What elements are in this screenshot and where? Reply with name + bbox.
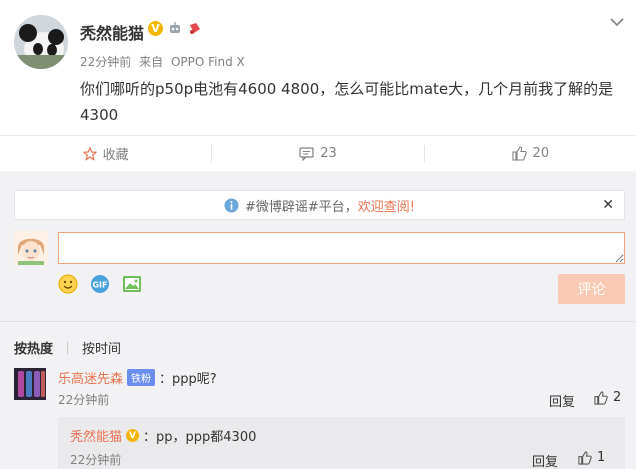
- image-icon[interactable]: [122, 274, 142, 294]
- notice-link[interactable]: 欢迎查阅!: [358, 196, 415, 215]
- tab-sort-time[interactable]: 按时间: [82, 338, 121, 357]
- like-button[interactable]: 20: [425, 136, 636, 171]
- gift-icon[interactable]: [187, 20, 203, 36]
- favorite-label: 收藏: [102, 148, 129, 163]
- gif-icon[interactable]: GIF: [90, 274, 110, 294]
- post-meta: 22分钟前 来自 OPPO Find X: [80, 53, 249, 70]
- reply-author-name[interactable]: 秃然能猫: [70, 426, 122, 445]
- comment-time: 22分钟前: [58, 393, 110, 407]
- comment-text: ：ppp呢?: [159, 372, 217, 387]
- svg-text:GIF: GIF: [92, 281, 107, 290]
- verified-icon[interactable]: V: [148, 20, 163, 36]
- reply-like-count: 1: [597, 450, 606, 465]
- info-icon: [224, 198, 239, 212]
- weibo-post-page: 秃然能猫 V 22分钟前 来自 OPPO Find X 你们哪听的p50p电池有…: [0, 0, 636, 469]
- comment-line: 乐高迷先森 铁粉 ：ppp呢?: [58, 368, 217, 387]
- divider: [0, 321, 636, 322]
- comment-like-count: 2: [613, 390, 622, 405]
- divider: [67, 341, 69, 354]
- comment-button[interactable]: 23: [212, 136, 423, 171]
- notice-text: #微博辟谣#平台，: [244, 199, 358, 215]
- comment-count: 23: [320, 146, 337, 161]
- reply-item: 秃然能猫 V ：pp，ppp都4300 22分钟前 回复 1: [58, 417, 625, 469]
- reply-text: ：pp，ppp都4300: [143, 430, 257, 445]
- submit-comment-button[interactable]: 评论: [558, 274, 625, 304]
- close-icon[interactable]: ✕: [602, 197, 614, 213]
- comment-icon: [299, 146, 314, 161]
- post-source-prefix: 来自: [139, 55, 164, 69]
- rumor-notice-bar: #微博辟谣#平台， 欢迎查阅! ✕: [14, 190, 625, 220]
- thumbs-up-icon: [511, 146, 527, 161]
- commenter-avatar[interactable]: [14, 368, 46, 400]
- comment-section: #微博辟谣#平台， 欢迎查阅! ✕ GIF 评论 按热度 按时间 乐高迷先森 铁…: [0, 171, 636, 469]
- comment-like-button[interactable]: 2: [594, 390, 621, 405]
- sort-tabs: 按热度 按时间: [14, 338, 121, 357]
- post-action-bar: 收藏 23 20: [0, 135, 636, 171]
- author-badges: V: [148, 20, 203, 36]
- comment-input[interactable]: [58, 232, 625, 264]
- tab-sort-hot[interactable]: 按热度: [14, 338, 53, 357]
- chevron-down-icon[interactable]: [609, 14, 625, 28]
- reply-button[interactable]: 回复: [549, 391, 575, 410]
- author-avatar[interactable]: [14, 15, 68, 69]
- reply-time: 22分钟前: [70, 453, 122, 467]
- thumbs-up-icon: [594, 390, 608, 405]
- fan-badge[interactable]: 铁粉: [127, 369, 156, 386]
- reply-button[interactable]: 回复: [532, 451, 558, 469]
- verified-icon[interactable]: V: [126, 429, 140, 442]
- reply-line: 秃然能猫 V ：pp，ppp都4300: [70, 426, 256, 445]
- robot-icon[interactable]: [167, 20, 183, 36]
- thumbs-up-icon: [578, 450, 592, 465]
- reply-like-button[interactable]: 1: [578, 450, 605, 465]
- star-icon: [82, 146, 97, 161]
- post-time[interactable]: 22分钟前: [80, 55, 131, 69]
- like-count: 20: [532, 146, 550, 161]
- current-user-avatar: [14, 231, 48, 265]
- author-name[interactable]: 秃然能猫: [80, 20, 144, 44]
- post-content: 你们哪听的p50p电池有4600 4800，怎么可能比mate大，几个月前我了解…: [80, 80, 614, 124]
- post-source[interactable]: OPPO Find X: [171, 55, 245, 69]
- emoji-icon[interactable]: [58, 274, 78, 294]
- commenter-name[interactable]: 乐高迷先森: [58, 368, 123, 387]
- favorite-button[interactable]: 收藏: [0, 136, 211, 171]
